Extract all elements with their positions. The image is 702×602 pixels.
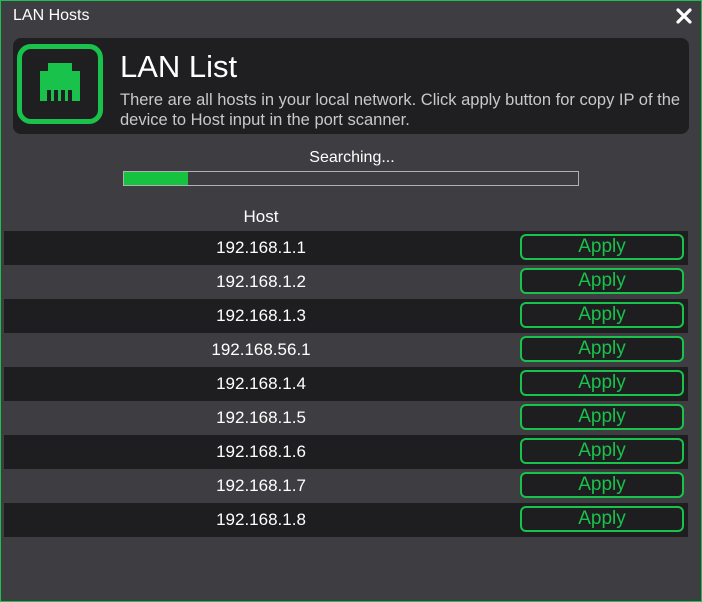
apply-button[interactable]: Apply — [520, 268, 684, 294]
host-ip: 192.168.1.7 — [216, 476, 306, 495]
header-card: LAN List There are all hosts in your loc… — [13, 38, 689, 134]
apply-button[interactable]: Apply — [520, 302, 684, 328]
close-icon — [676, 8, 692, 24]
apply-button[interactable]: Apply — [520, 472, 684, 498]
page-title: LAN List — [120, 49, 238, 84]
table-row: 192.168.1.8 Apply — [4, 503, 688, 537]
host-ip: 192.168.1.1 — [216, 238, 306, 257]
host-ip: 192.168.1.4 — [216, 374, 306, 393]
apply-button[interactable]: Apply — [520, 370, 684, 396]
table-row: 192.168.1.3 Apply — [4, 299, 688, 333]
close-button[interactable] — [675, 7, 693, 25]
table-row: 192.168.1.7 Apply — [4, 469, 688, 503]
table-row: 192.168.1.4 Apply — [4, 367, 688, 401]
table-row: 192.168.56.1 Apply — [4, 333, 688, 367]
ethernet-port-icon — [17, 44, 103, 124]
host-ip: 192.168.56.1 — [211, 340, 311, 359]
table-row: 192.168.1.5 Apply — [4, 401, 688, 435]
apply-button[interactable]: Apply — [520, 336, 684, 362]
lan-hosts-window: LAN Hosts LAN List There are all hosts i… — [0, 0, 702, 602]
apply-button[interactable]: Apply — [520, 404, 684, 430]
host-ip: 192.168.1.5 — [216, 408, 306, 427]
search-progress-bar — [123, 171, 579, 186]
hosts-table: 192.168.1.1 Apply 192.168.1.2 Apply 192.168.… — [4, 231, 688, 537]
search-status: Searching... — [309, 149, 395, 166]
title-bar: LAN Hosts — [1, 1, 701, 31]
window-title: LAN Hosts — [13, 7, 90, 24]
table-row: 192.168.1.6 Apply — [4, 435, 688, 469]
table-row: 192.168.1.1 Apply — [4, 231, 688, 265]
host-ip: 192.168.1.6 — [216, 442, 306, 461]
apply-button[interactable]: Apply — [520, 438, 684, 464]
apply-button[interactable]: Apply — [520, 234, 684, 260]
table-row: 192.168.1.2 Apply — [4, 265, 688, 299]
host-column-header: Host — [243, 207, 279, 226]
host-ip: 192.168.1.8 — [216, 510, 306, 529]
host-ip: 192.168.1.3 — [216, 306, 306, 325]
apply-button[interactable]: Apply — [520, 506, 684, 532]
host-ip: 192.168.1.2 — [216, 272, 306, 291]
page-description: There are all hosts in your local networ… — [120, 91, 681, 129]
progress-fill — [124, 172, 188, 185]
